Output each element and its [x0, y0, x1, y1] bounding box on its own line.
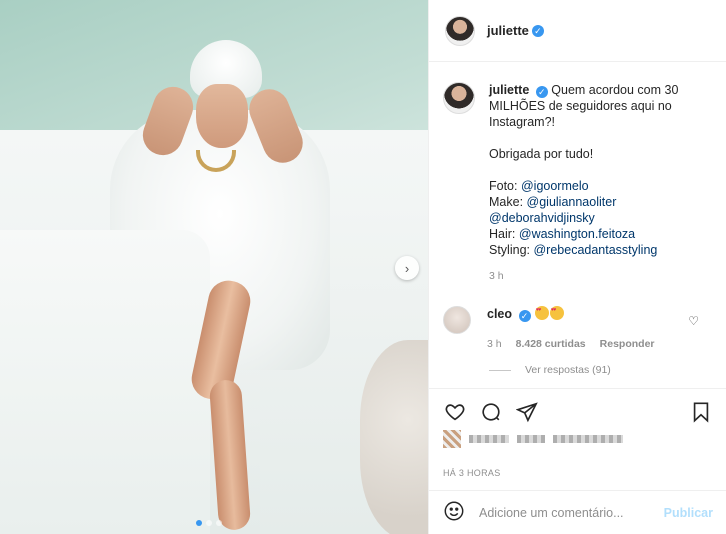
next-arrow-icon[interactable]: ›: [395, 256, 419, 280]
mention-link[interactable]: @giuliannaoliter: [527, 195, 617, 209]
commenter-username[interactable]: cleo: [487, 307, 512, 321]
comment-body: cleo ✓ 3 h 8.428 curtidas Responder: [487, 306, 719, 350]
likes-summary-obscured[interactable]: [443, 430, 623, 448]
obscured-text: [553, 435, 623, 443]
carousel-dots: [196, 520, 222, 526]
caption-gap: [489, 130, 678, 146]
obscured-text: [469, 435, 509, 443]
credit-photo: Foto: @igoormelo: [489, 178, 678, 194]
photo-rug: [360, 340, 428, 534]
commenter-avatar[interactable]: [443, 306, 471, 334]
credit-styling: Styling: @rebecadantasstyling: [489, 242, 678, 258]
comment-icon[interactable]: [479, 400, 503, 424]
caption-time[interactable]: 3 h: [489, 268, 678, 284]
post-actions: [429, 388, 726, 434]
instagram-post-modal: › juliette ✓ juliette ✓ Quem acordou com…: [0, 0, 726, 534]
view-replies-label[interactable]: Ver respostas (91): [525, 364, 611, 376]
heart-icon[interactable]: [443, 400, 467, 424]
comment-likes[interactable]: 8.428 curtidas: [516, 338, 586, 350]
comment-input[interactable]: [479, 505, 664, 520]
caption-line-2: MILHÕES de seguidores aqui no: [489, 99, 672, 113]
share-icon[interactable]: [515, 400, 539, 424]
caption-line-3: Instagram?!: [489, 115, 556, 129]
add-comment-bar: Publicar: [429, 490, 726, 534]
caption-body: juliette ✓ Quem acordou com 30 MILHÕES d…: [489, 82, 678, 284]
post-photo[interactable]: ›: [0, 0, 428, 534]
credit-label: Styling:: [489, 243, 530, 257]
post-timestamp[interactable]: HÁ 3 HORAS: [443, 468, 501, 478]
comment-meta: 3 h 8.428 curtidas Responder: [487, 338, 719, 350]
caption-avatar[interactable]: [443, 82, 475, 114]
view-replies[interactable]: Ver respostas (91): [489, 364, 611, 376]
carousel-dot-3: [216, 520, 222, 526]
bookmark-icon[interactable]: [689, 400, 713, 424]
comment-item: cleo ✓ 3 h 8.428 curtidas Responder ♡: [443, 306, 719, 350]
mention-link[interactable]: @deborahvidjinsky: [489, 211, 595, 225]
credit-make-2: @deborahvidjinsky: [489, 210, 678, 226]
verified-icon: ✓: [518, 310, 531, 322]
heart-eyes-emoji: [534, 306, 549, 320]
photo-face: [196, 84, 248, 148]
caption-gap: [489, 162, 678, 178]
credit-make: Make: @giuliannaoliter: [489, 194, 678, 210]
caption-username[interactable]: juliette: [489, 83, 529, 97]
mention-link[interactable]: @igoormelo: [521, 179, 589, 193]
credit-label: Hair:: [489, 227, 516, 241]
post-header: juliette ✓: [429, 0, 726, 62]
caption-thanks: Obrigada por tudo!: [489, 147, 594, 161]
carousel-dot-1: [196, 520, 202, 526]
obscured-text: [517, 435, 545, 443]
liker-avatar[interactable]: [443, 430, 461, 448]
verified-icon: ✓: [535, 86, 548, 98]
publish-button[interactable]: Publicar: [664, 506, 713, 520]
mention-link[interactable]: @rebecadantasstyling: [533, 243, 657, 257]
caption-text: Quem acordou com 30: [551, 83, 679, 97]
credit-hair: Hair: @washington.feitoza: [489, 226, 678, 242]
comment-time[interactable]: 3 h: [487, 338, 502, 350]
verified-icon: ✓: [531, 24, 544, 37]
comment-like-heart-icon[interactable]: ♡: [688, 314, 699, 328]
credit-label: Foto:: [489, 179, 518, 193]
emoji-icon[interactable]: [443, 500, 465, 525]
post-side-panel: juliette ✓ juliette ✓ Quem acordou com 3…: [428, 0, 726, 534]
photo-sofa-arm: [0, 230, 210, 534]
reply-button[interactable]: Responder: [600, 338, 655, 350]
author-username[interactable]: juliette: [487, 23, 529, 38]
credit-label: Make:: [489, 195, 524, 209]
post-caption: juliette ✓ Quem acordou com 30 MILHÕES d…: [443, 82, 713, 284]
heart-eyes-emoji: [549, 306, 564, 320]
caption-line-1: juliette ✓ Quem acordou com 30: [489, 82, 678, 98]
author-avatar[interactable]: [445, 15, 475, 46]
mention-link[interactable]: @washington.feitoza: [519, 227, 635, 241]
replies-divider: [489, 369, 511, 371]
carousel-dot-2: [206, 520, 212, 526]
